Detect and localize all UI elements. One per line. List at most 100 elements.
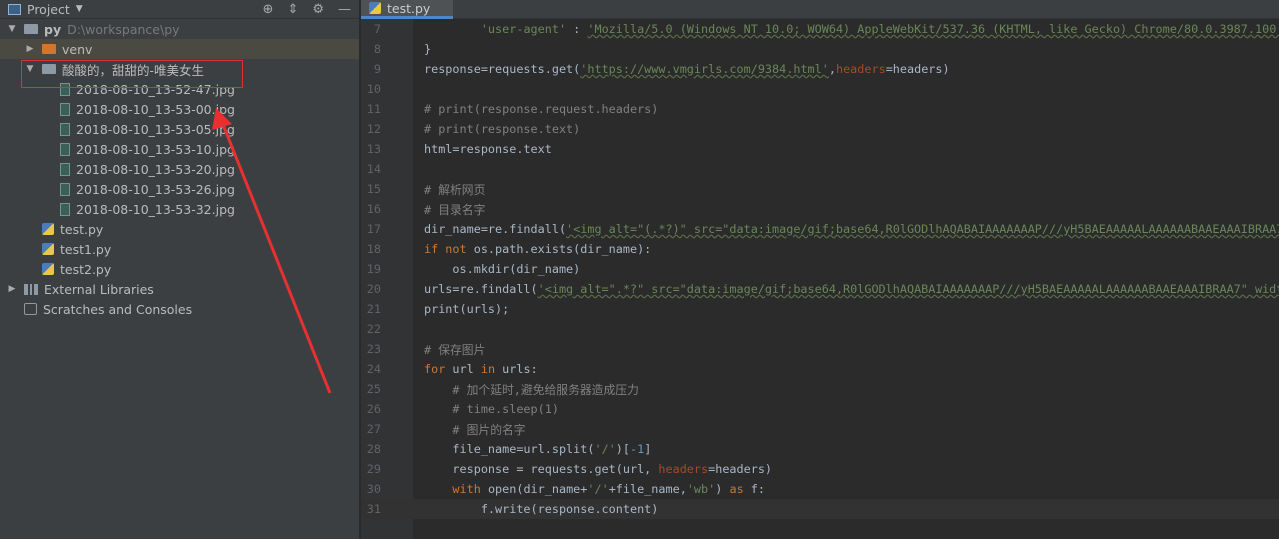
code-token: response=requests.get( <box>424 62 581 76</box>
code-token: '<img alt="(.*?)" src="data:image/gif;ba… <box>566 222 1279 236</box>
code-line: 10 <box>361 79 1279 99</box>
code-text: # 目录名字 <box>424 201 485 218</box>
code-token: with <box>452 482 488 496</box>
code-token: # print(response.request.headers) <box>424 102 659 116</box>
code-line: 26 # time.sleep(1) <box>361 399 1279 419</box>
code-text: f.write(response.content) <box>424 502 659 516</box>
code-token: headers <box>835 62 886 76</box>
code-line: 27 # 图片的名字 <box>361 419 1279 439</box>
code-text: urls=re.findall('<img alt=".*?" src="dat… <box>424 282 1279 296</box>
code-text: # 保存图片 <box>424 341 485 358</box>
chevron-down-icon[interactable]: ▼ <box>76 4 83 14</box>
expanded-arrow-icon[interactable]: ▼ <box>6 24 18 34</box>
tree-item[interactable]: ▼ py D:\workspance\py <box>0 19 359 39</box>
code-token: html=response.text <box>424 142 552 156</box>
collapse-icon[interactable]: ⇕ <box>287 2 298 17</box>
code-line: 13 html=response.text <box>361 139 1279 159</box>
code-token: # print(response.text) <box>424 122 581 136</box>
locate-icon[interactable]: ⊕ <box>263 2 274 17</box>
line-number: 11 <box>366 102 381 116</box>
code-line: 16 # 目录名字 <box>361 199 1279 219</box>
code-text: response = requests.get(url, headers=hea… <box>424 462 772 476</box>
editor: test.py 7 'user-agent' : 'Mozilla/5.0 (W… <box>361 0 1279 539</box>
code-area[interactable]: 7 'user-agent' : 'Mozilla/5.0 (Windows N… <box>361 19 1279 519</box>
line-number: 27 <box>366 422 381 436</box>
tree-item-label: test1.py <box>60 241 112 257</box>
code-text: if not os.path.exists(dir_name): <box>424 242 651 256</box>
line-number: 21 <box>366 302 381 316</box>
code-token: # 解析网页 <box>424 182 486 197</box>
tab-test-py[interactable]: test.py <box>361 0 453 19</box>
tree-item[interactable]: 2018-08-10_13-53-10.jpg <box>0 139 359 159</box>
tree-item[interactable]: 2018-08-10_13-53-32.jpg <box>0 199 359 219</box>
image-file-icon <box>60 162 70 176</box>
tab-label: test.py <box>387 0 431 16</box>
tree-item-label: 2018-08-10_13-53-26.jpg <box>76 181 235 197</box>
code-token: 'Mozilla/5.0 (Windows NT 10.0; WOW64) Ap… <box>587 22 1279 36</box>
tree-item[interactable]: Scratches and Consoles <box>0 299 359 319</box>
code-token: +file_name, <box>608 482 687 496</box>
tree-item[interactable]: ▶ venv <box>0 39 359 59</box>
folder-icon <box>24 24 38 34</box>
code-text: # print(response.request.headers) <box>424 102 658 116</box>
image-file-icon <box>60 182 70 196</box>
tree-item[interactable]: 2018-08-10_13-53-05.jpg <box>0 119 359 139</box>
project-title[interactable]: Project <box>27 2 70 17</box>
tree-item-label: Scratches and Consoles <box>43 301 193 317</box>
gear-icon[interactable]: ⚙ <box>312 2 324 17</box>
tree-item[interactable]: test2.py <box>0 259 359 279</box>
code-line: 9 response=requests.get('https://www.vmgi… <box>361 59 1279 79</box>
code-line: 15 # 解析网页 <box>361 179 1279 199</box>
line-number: 15 <box>366 182 381 196</box>
line-number: 17 <box>366 222 381 236</box>
image-file-icon <box>60 122 70 136</box>
code-token: # 保存图片 <box>424 342 486 357</box>
code-line: 30 with open(dir_name+'/'+file_name,'wb'… <box>361 479 1279 499</box>
line-number: 31 <box>366 502 381 516</box>
code-token: headers <box>658 462 709 476</box>
python-file-icon <box>42 263 54 275</box>
line-number: 25 <box>366 382 381 396</box>
code-text: dir_name=re.findall('<img alt="(.*?)" sr… <box>424 222 1279 236</box>
code-text: for url in urls: <box>424 362 538 376</box>
code-token: : <box>566 22 588 36</box>
tree-item-label: test.py <box>60 221 104 237</box>
code-token: os.mkdir(dir_name) <box>424 262 581 276</box>
code-text: response=requests.get('https://www.vmgir… <box>424 62 950 76</box>
project-path: D:\workspance\py <box>67 21 180 37</box>
tree-item-label: test2.py <box>60 261 112 277</box>
tree-item[interactable]: test.py <box>0 219 359 239</box>
line-number: 13 <box>366 142 381 156</box>
collapsed-arrow-icon[interactable]: ▶ <box>6 284 18 294</box>
tree-item[interactable]: 2018-08-10_13-53-26.jpg <box>0 179 359 199</box>
editor-tabs: test.py <box>361 0 1279 19</box>
code-token: file_name=url.split( <box>424 442 595 456</box>
code-line: 21 print(urls); <box>361 299 1279 319</box>
code-token: print(urls); <box>424 302 510 316</box>
collapsed-arrow-icon[interactable]: ▶ <box>24 44 36 54</box>
code-text: # 图片的名字 <box>424 421 526 438</box>
line-number: 12 <box>366 122 381 136</box>
code-line: 8} <box>361 39 1279 59</box>
tree-item[interactable]: ▶ External Libraries <box>0 279 359 299</box>
code-line: 28 file_name=url.split('/')[-1] <box>361 439 1279 459</box>
code-line: 29 response = requests.get(url, headers=… <box>361 459 1279 479</box>
line-number: 7 <box>373 22 381 36</box>
scratches-icon <box>24 303 37 315</box>
code-text: with open(dir_name+'/'+file_name,'wb') a… <box>424 482 765 496</box>
tree-item[interactable]: test1.py <box>0 239 359 259</box>
tree-item[interactable]: 2018-08-10_13-53-00.jpg <box>0 99 359 119</box>
hide-icon[interactable]: — <box>338 2 351 17</box>
code-line: 12 # print(response.text) <box>361 119 1279 139</box>
tree-item[interactable]: 2018-08-10_13-53-20.jpg <box>0 159 359 179</box>
image-file-icon <box>60 102 70 116</box>
code-text: os.mkdir(dir_name) <box>424 262 580 276</box>
code-text: 'user-agent' : 'Mozilla/5.0 (Windows NT … <box>424 22 1279 36</box>
code-token: # 目录名字 <box>424 202 486 217</box>
tree-item-label: 2018-08-10_13-53-20.jpg <box>76 161 235 177</box>
code-token: # 图片的名字 <box>424 422 526 437</box>
code-token: if not <box>424 242 474 256</box>
tree-item-label: venv <box>62 41 93 57</box>
folder-icon <box>42 44 56 54</box>
